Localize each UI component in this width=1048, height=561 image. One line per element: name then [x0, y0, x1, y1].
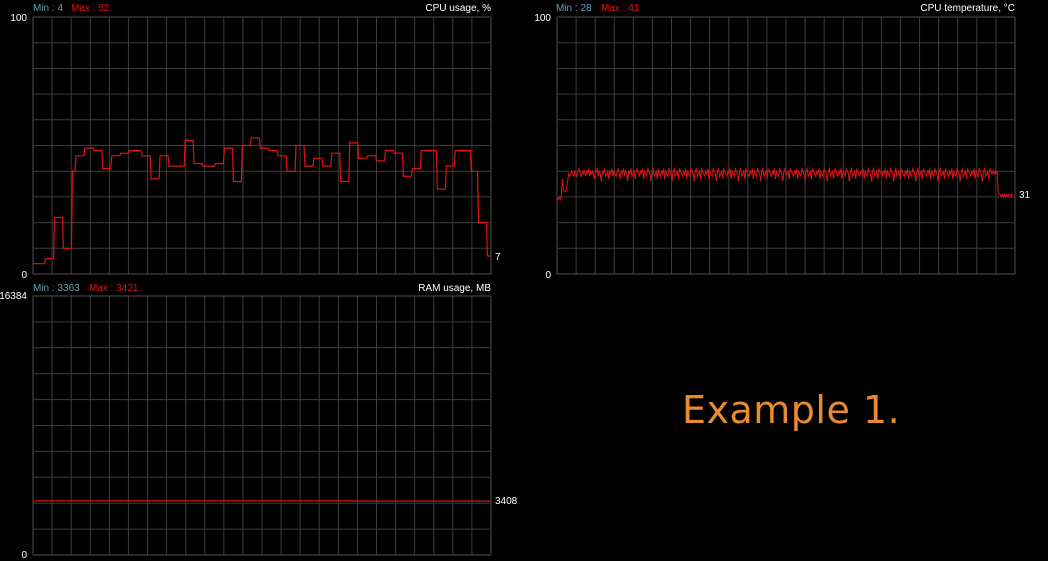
cpu-usage-max-label: Max : 52 [71, 3, 110, 14]
ram-usage-title: RAM usage, MB [418, 283, 491, 294]
cpu-usage-graph: Min : 4 Max : 52 CPU usage, % 100 0 7 [10, 3, 501, 281]
cpu-temperature-series-line [557, 166, 1013, 201]
cpu-temperature-y-bottom-label: 0 [545, 270, 551, 281]
cpu-usage-grid [32, 16, 492, 275]
cpu-temperature-graph: Min : 28 Max : 41 CPU temperature, °C 10… [534, 3, 1030, 281]
cpu-usage-current-value-label: 7 [495, 252, 501, 263]
ram-usage-min-label: Min : 3363 [33, 283, 80, 294]
hardware-monitor-graphs: Min : 4 Max : 52 CPU usage, % 100 0 7 Mi… [0, 3, 1031, 561]
ram-usage-y-top-label: 16384 [0, 291, 27, 302]
ram-usage-graph: Min : 3363 Max : 3421 RAM usage, MB 1638… [0, 283, 518, 561]
cpu-temperature-grid [556, 16, 1016, 275]
cpu-usage-title: CPU usage, % [425, 3, 491, 14]
cpu-temperature-title: CPU temperature, °C [920, 3, 1015, 14]
ram-usage-y-bottom-label: 0 [21, 550, 27, 561]
cpu-usage-y-bottom-label: 0 [21, 270, 27, 281]
cpu-temperature-y-top-label: 100 [534, 13, 551, 24]
ram-usage-max-label: Max : 3421 [89, 283, 139, 294]
ram-usage-current-value-label: 3408 [495, 496, 518, 507]
cpu-temperature-max-label: Max : 41 [601, 3, 640, 14]
example-caption: Example 1. [682, 388, 901, 432]
cpu-usage-min-label: Min : 4 [33, 3, 63, 14]
cpu-usage-y-top-label: 100 [10, 13, 27, 24]
ram-usage-grid [32, 295, 492, 556]
cpu-temperature-current-value-label: 31 [1019, 190, 1031, 201]
cpu-temperature-min-label: Min : 28 [556, 3, 592, 14]
